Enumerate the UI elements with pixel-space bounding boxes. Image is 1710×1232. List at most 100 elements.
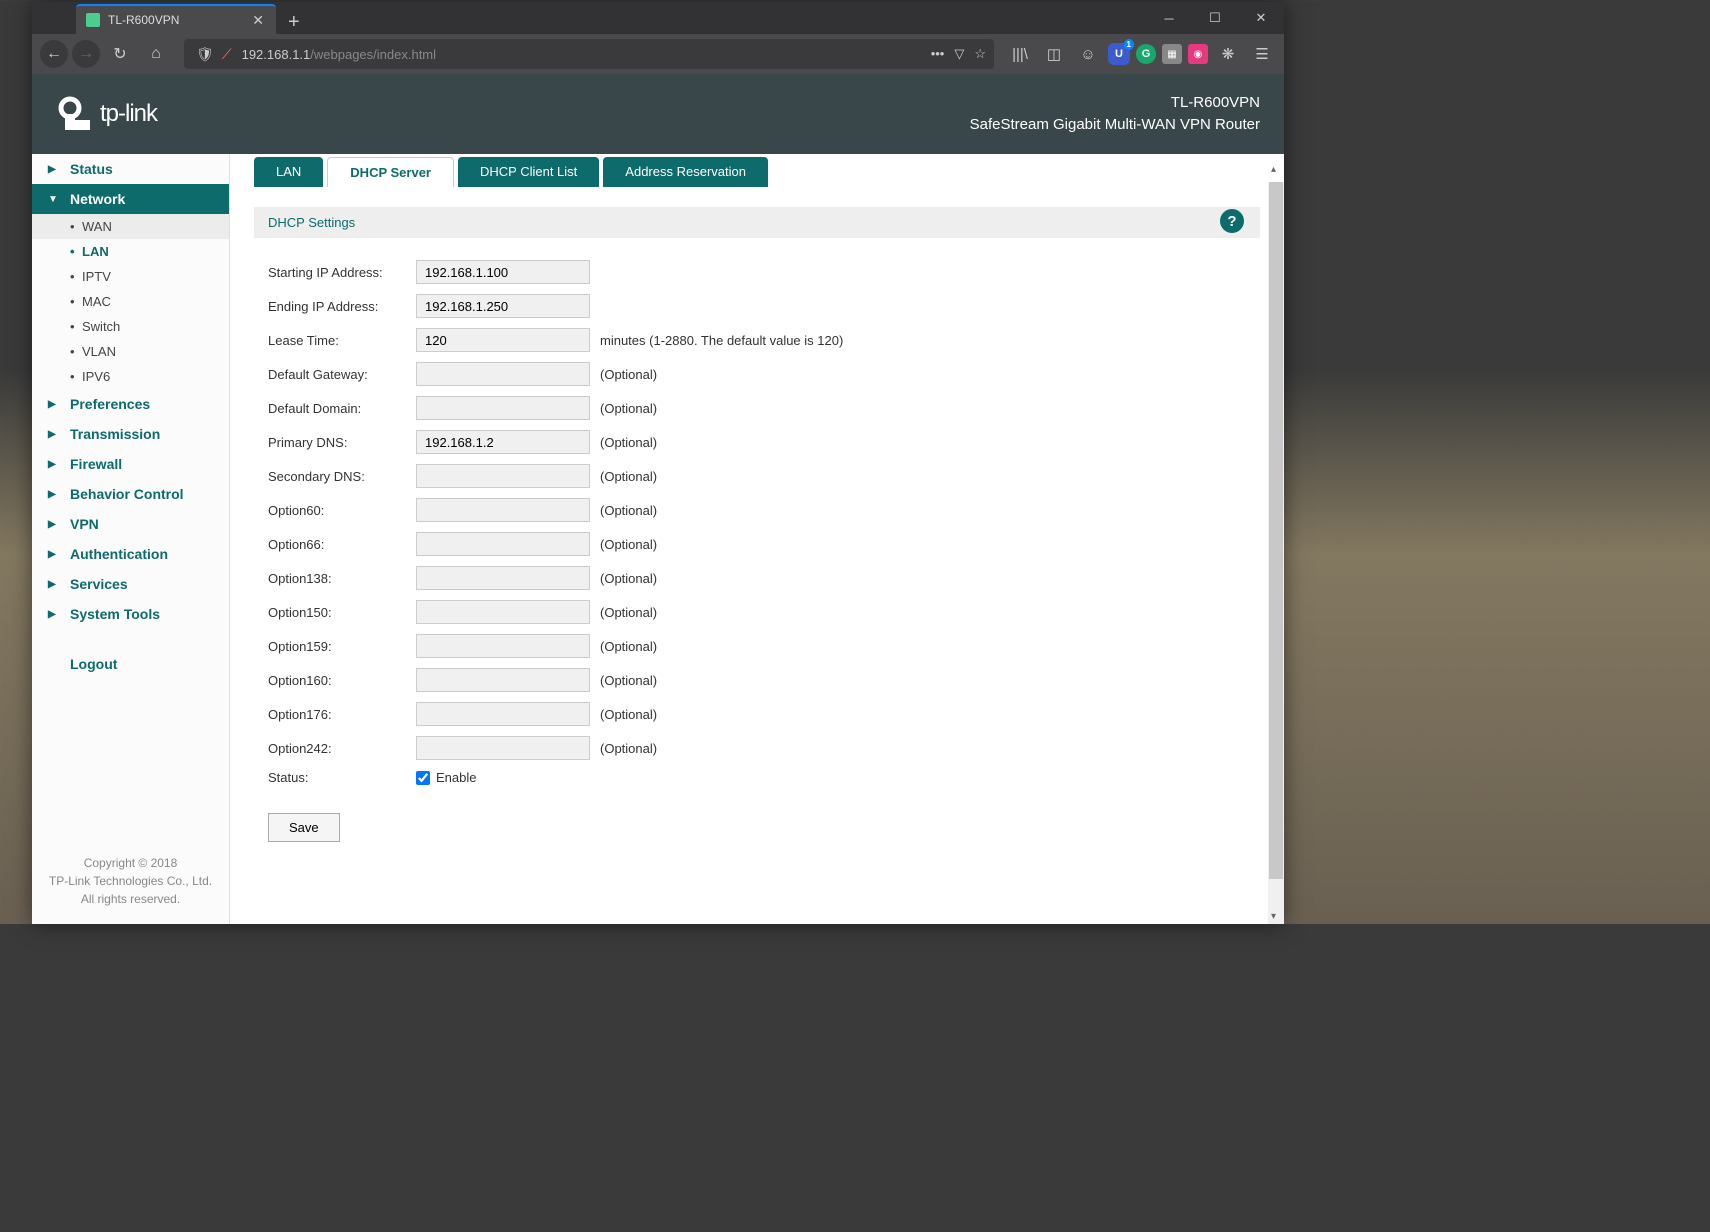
default-domain-label: Default Domain: — [268, 401, 416, 416]
status-label: Status: — [268, 770, 416, 785]
nav-lan[interactable]: LAN — [32, 239, 229, 264]
extension-pink-icon[interactable]: ◉ — [1188, 44, 1208, 64]
optional-hint: (Optional) — [600, 367, 657, 382]
nav-behavior-control[interactable]: ▶Behavior Control — [32, 479, 229, 509]
nav-firewall[interactable]: ▶Firewall — [32, 449, 229, 479]
nav-menu: ▶Status ▼Network WAN LAN IPTV MAC Switch… — [32, 154, 229, 838]
option159-label: Option159: — [268, 639, 416, 654]
section-header: DHCP Settings — [254, 207, 1260, 238]
insecure-icon[interactable]: ⟋ — [222, 46, 232, 63]
optional-hint: (Optional) — [600, 639, 657, 654]
sidebar-toggle-icon[interactable]: ◫ — [1040, 40, 1068, 68]
home-button[interactable]: ⌂ — [140, 38, 172, 70]
option150-input[interactable] — [416, 600, 590, 624]
extension-u-icon[interactable]: U1 — [1108, 43, 1130, 65]
reader-icon[interactable]: ▽ — [954, 46, 964, 62]
nav-switch[interactable]: Switch — [32, 314, 229, 339]
optional-hint: (Optional) — [600, 469, 657, 484]
optional-hint: (Optional) — [600, 707, 657, 722]
save-button[interactable]: Save — [268, 813, 340, 842]
primary-dns-label: Primary DNS: — [268, 435, 416, 450]
default-gateway-input[interactable] — [416, 362, 590, 386]
shield-icon[interactable]: 🛡 — [196, 46, 214, 63]
chevron-right-icon: ▶ — [48, 489, 60, 500]
back-button[interactable]: ← — [40, 40, 68, 68]
chevron-right-icon: ▶ — [48, 459, 60, 470]
lease-time-label: Lease Time: — [268, 333, 416, 348]
chevron-right-icon: ▶ — [48, 399, 60, 410]
reload-button[interactable]: ↻ — [104, 38, 136, 70]
nav-transmission[interactable]: ▶Transmission — [32, 419, 229, 449]
status-checkbox[interactable] — [416, 771, 430, 785]
option160-input[interactable] — [416, 668, 590, 692]
ending-ip-label: Ending IP Address: — [268, 299, 416, 314]
nav-logout[interactable]: Logout — [32, 649, 229, 679]
nav-wan[interactable]: WAN — [32, 214, 229, 239]
tab-address-reservation[interactable]: Address Reservation — [603, 157, 768, 187]
extension-gear-icon[interactable]: ❋ — [1214, 40, 1242, 68]
router-header: tp-link TL-R600VPN SafeStream Gigabit Mu… — [32, 74, 1284, 154]
url-bar[interactable]: 🛡 ⟋ 192.168.1.1/webpages/index.html ••• … — [184, 39, 994, 69]
tplink-logo-icon — [56, 96, 92, 132]
secondary-dns-label: Secondary DNS: — [268, 469, 416, 484]
tab-lan[interactable]: LAN — [254, 157, 323, 187]
option60-input[interactable] — [416, 498, 590, 522]
tab-dhcp-client-list[interactable]: DHCP Client List — [458, 157, 599, 187]
new-tab-button[interactable]: + — [276, 11, 312, 34]
more-icon[interactable]: ••• — [931, 46, 945, 62]
extension-g-icon[interactable]: G — [1136, 44, 1156, 64]
lease-time-input[interactable] — [416, 328, 590, 352]
menu-icon[interactable]: ☰ — [1248, 40, 1276, 68]
router-title: TL-R600VPN SafeStream Gigabit Multi-WAN … — [970, 92, 1260, 137]
optional-hint: (Optional) — [600, 503, 657, 518]
nav-ipv6[interactable]: IPV6 — [32, 364, 229, 389]
nav-network[interactable]: ▼Network — [32, 184, 229, 214]
default-gateway-label: Default Gateway: — [268, 367, 416, 382]
starting-ip-input[interactable] — [416, 260, 590, 284]
option138-input[interactable] — [416, 566, 590, 590]
nav-services[interactable]: ▶Services — [32, 569, 229, 599]
scrollbar-thumb[interactable] — [1269, 182, 1283, 879]
copyright-footer: Copyright © 2018 TP-Link Technologies Co… — [32, 838, 229, 924]
option242-label: Option242: — [268, 741, 416, 756]
account-icon[interactable]: ☺ — [1074, 40, 1102, 68]
option242-input[interactable] — [416, 736, 590, 760]
tab-close-icon[interactable]: ✕ — [250, 12, 266, 29]
nav-authentication[interactable]: ▶Authentication — [32, 539, 229, 569]
nav-system-tools[interactable]: ▶System Tools — [32, 599, 229, 629]
nav-vpn[interactable]: ▶VPN — [32, 509, 229, 539]
browser-tab[interactable]: TL-R600VPN ✕ — [76, 4, 276, 34]
bookmark-icon[interactable]: ☆ — [974, 46, 986, 62]
library-icon[interactable]: |||\ — [1006, 40, 1034, 68]
option160-label: Option160: — [268, 673, 416, 688]
secondary-dns-input[interactable] — [416, 464, 590, 488]
option176-input[interactable] — [416, 702, 590, 726]
chevron-right-icon: ▶ — [48, 579, 60, 590]
option60-label: Option60: — [268, 503, 416, 518]
ending-ip-input[interactable] — [416, 294, 590, 318]
nav-preferences[interactable]: ▶Preferences — [32, 389, 229, 419]
option159-input[interactable] — [416, 634, 590, 658]
primary-dns-input[interactable] — [416, 430, 590, 454]
help-icon[interactable]: ? — [1220, 209, 1244, 233]
tab-dhcp-server[interactable]: DHCP Server — [327, 157, 454, 187]
tab-bar: LAN DHCP Server DHCP Client List Address… — [230, 154, 1284, 187]
optional-hint: (Optional) — [600, 673, 657, 688]
nav-mac[interactable]: MAC — [32, 289, 229, 314]
optional-hint: (Optional) — [600, 435, 657, 450]
default-domain-input[interactable] — [416, 396, 590, 420]
option150-label: Option150: — [268, 605, 416, 620]
optional-hint: (Optional) — [600, 571, 657, 586]
chevron-right-icon: ▶ — [48, 549, 60, 560]
minimize-button[interactable]: ─ — [1146, 2, 1192, 34]
nav-status[interactable]: ▶Status — [32, 154, 229, 184]
option66-input[interactable] — [416, 532, 590, 556]
maximize-button[interactable]: ☐ — [1192, 2, 1238, 34]
nav-vlan[interactable]: VLAN — [32, 339, 229, 364]
vertical-scrollbar[interactable] — [1268, 182, 1284, 924]
nav-iptv[interactable]: IPTV — [32, 264, 229, 289]
brand-logo: tp-link — [56, 96, 157, 132]
close-window-button[interactable]: ✕ — [1238, 2, 1284, 34]
lease-time-hint: minutes (1-2880. The default value is 12… — [600, 333, 843, 348]
extension-gray-icon[interactable]: ▦ — [1162, 44, 1182, 64]
